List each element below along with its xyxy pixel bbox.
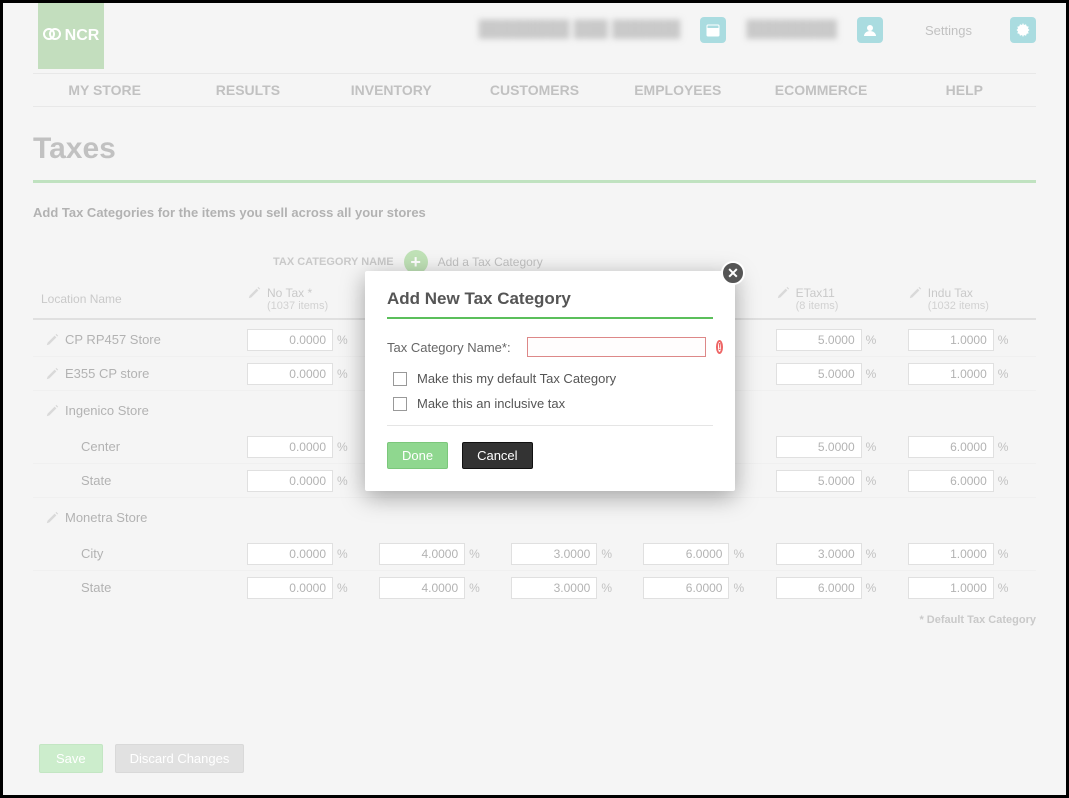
modal-divider (387, 425, 713, 426)
cancel-button[interactable]: Cancel (462, 442, 532, 469)
done-button[interactable]: Done (387, 442, 448, 469)
default-tax-checkbox[interactable] (393, 372, 407, 386)
error-icon: ! (716, 340, 723, 354)
modal-title: Add New Tax Category (387, 289, 713, 309)
inclusive-tax-checkbox[interactable] (393, 397, 407, 411)
default-tax-label: Make this my default Tax Category (417, 371, 616, 386)
modal-rule (387, 317, 713, 319)
close-icon[interactable]: ✕ (721, 261, 745, 285)
tax-name-label: Tax Category Name*: (387, 340, 517, 355)
add-tax-category-modal: ✕ Add New Tax Category Tax Category Name… (365, 271, 735, 491)
tax-name-input[interactable] (527, 337, 706, 357)
inclusive-tax-label: Make this an inclusive tax (417, 396, 565, 411)
